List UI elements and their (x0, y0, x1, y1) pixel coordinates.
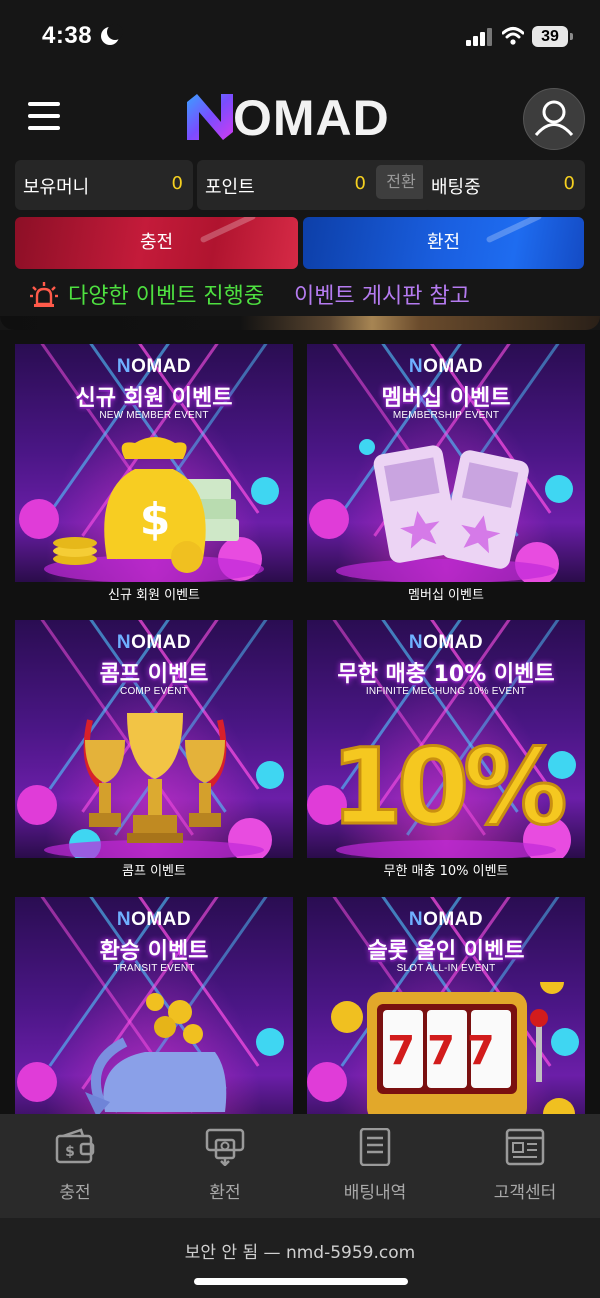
card-subtitle: MEMBERSHIP EVENT (392, 410, 500, 421)
wifi-icon (502, 27, 524, 45)
svg-text:$: $ (65, 1144, 75, 1160)
user-icon (534, 100, 574, 137)
document-icon (359, 1128, 391, 1166)
card-brand: NOMAD (116, 356, 192, 377)
card-subtitle: NEW MEMBER EVENT (99, 410, 209, 421)
nav-label: 환전 (209, 1183, 241, 1203)
card-title: 무한 매충 10% 이벤트 (337, 662, 555, 687)
svg-text:10%: 10% (331, 726, 565, 848)
atm-withdraw-icon (205, 1128, 245, 1166)
siren-icon (30, 282, 58, 307)
ten-percent-balloon-icon: 10% (307, 725, 576, 858)
nomad-logo[interactable]: OMAD (183, 90, 419, 146)
notice-text-green: 다양한 이벤트 진행중 (68, 284, 265, 309)
nav-item-betting-history[interactable]: 배팅내역 (300, 1114, 450, 1218)
event-banner: NOMAD 슬롯 올인 이벤트 SLOT ALL-IN EVENT 777 (307, 897, 585, 1114)
card-brand: NOMAD (408, 909, 484, 930)
card-label: 무한 매충 10% 이벤트 (383, 864, 509, 879)
money-value: 0 (171, 173, 183, 194)
bottom-nav: $ 충전 환전 배팅내역 고객센터 (0, 1114, 600, 1218)
tickets-icon (309, 439, 573, 582)
cellular-signal-icon (466, 28, 492, 46)
convert-points-button[interactable]: 전환 (376, 165, 426, 199)
card-title: 멤버십 이벤트 (381, 386, 511, 411)
browser-url-bar[interactable]: 보안 안 됨 — nmd-5959.com (0, 1218, 600, 1298)
nav-item-charge[interactable]: $ 충전 (0, 1114, 150, 1218)
card-title: 슬롯 올인 이벤트 (367, 939, 525, 964)
wallet-transfer-icon (17, 993, 284, 1114)
logo-text: OMAD (233, 90, 390, 146)
notice-text-purple: 이벤트 게시판 참고 (294, 284, 470, 309)
banner-image-partial (0, 316, 600, 330)
card-subtitle: SLOT ALL-IN EVENT (396, 963, 496, 974)
card-brand: NOMAD (116, 909, 192, 930)
battery-indicator: 39 (532, 26, 573, 47)
card-subtitle: TRANSIT EVENT (113, 963, 195, 974)
status-time: 4:38 (42, 22, 93, 49)
balance-row: 보유머니 0 포인트 0 전환 배팅중 0 (15, 160, 585, 210)
svg-text:$: $ (140, 494, 171, 545)
event-grid: NOMAD 신규 회원 이벤트 NEW MEMBER EVENT $ 신규 회원 (0, 330, 600, 1114)
card-title: 콤프 이벤트 (99, 662, 209, 687)
support-page-icon (505, 1128, 545, 1166)
card-label: 콤프 이벤트 (122, 864, 186, 879)
point-value: 0 (354, 173, 366, 194)
card-title: 신규 회원 이벤트 (75, 386, 233, 411)
card-label: 신규 회원 이벤트 (108, 588, 200, 603)
moon-icon (101, 24, 123, 45)
charge-button[interactable]: 충전 (15, 217, 298, 269)
card-title: 환승 이벤트 (99, 939, 209, 964)
card-brand: NOMAD (408, 356, 484, 377)
wallet-dollar-icon: $ (55, 1128, 95, 1164)
trophy-icon (17, 713, 284, 858)
event-banner: NOMAD 환승 이벤트 TRANSIT EVENT (15, 897, 293, 1114)
status-bar: 4:38 39 (0, 0, 600, 80)
card-brand: NOMAD (116, 632, 192, 653)
nav-item-customer-center[interactable]: 고객센터 (450, 1114, 600, 1218)
point-label: 포인트 (205, 177, 255, 198)
betting-balance: 배팅중 0 (423, 160, 585, 210)
money-balance: 보유머니 0 (15, 160, 193, 210)
user-avatar-button[interactable] (523, 88, 585, 150)
logo-n-mark-icon (187, 94, 233, 140)
url-text: 보안 안 됨 — nmd-5959.com (184, 1243, 416, 1263)
nav-item-exchange[interactable]: 환전 (150, 1114, 300, 1218)
exchange-button[interactable]: 환전 (303, 217, 584, 269)
nav-label: 고객센터 (493, 1183, 557, 1203)
card-brand: NOMAD (408, 632, 484, 653)
money-label: 보유머니 (23, 177, 90, 198)
money-bag-icon: $ (19, 437, 279, 582)
svg-text:777: 777 (387, 1028, 507, 1074)
menu-icon[interactable] (28, 102, 60, 130)
event-banner: NOMAD 무한 매충 10% 이벤트 INFINITE MECHUNG 10%… (307, 620, 585, 858)
home-indicator[interactable] (194, 1278, 408, 1285)
betting-value: 0 (563, 173, 575, 194)
betting-label: 배팅중 (431, 177, 481, 198)
nav-label: 배팅내역 (343, 1183, 407, 1203)
card-subtitle: COMP EVENT (120, 686, 188, 697)
event-banner: NOMAD 멤버십 이벤트 MEMBERSHIP EVENT (307, 344, 585, 582)
card-subtitle: INFINITE MECHUNG 10% EVENT (365, 686, 527, 697)
event-banner: NOMAD 신규 회원 이벤트 NEW MEMBER EVENT $ (15, 344, 293, 582)
slot-machine-icon: 777 (307, 982, 579, 1114)
card-label: 멤버십 이벤트 (408, 588, 484, 603)
event-banner: NOMAD 콤프 이벤트 COMP EVENT (15, 620, 293, 858)
nav-label: 충전 (59, 1183, 91, 1203)
app-header: OMAD (0, 80, 600, 155)
